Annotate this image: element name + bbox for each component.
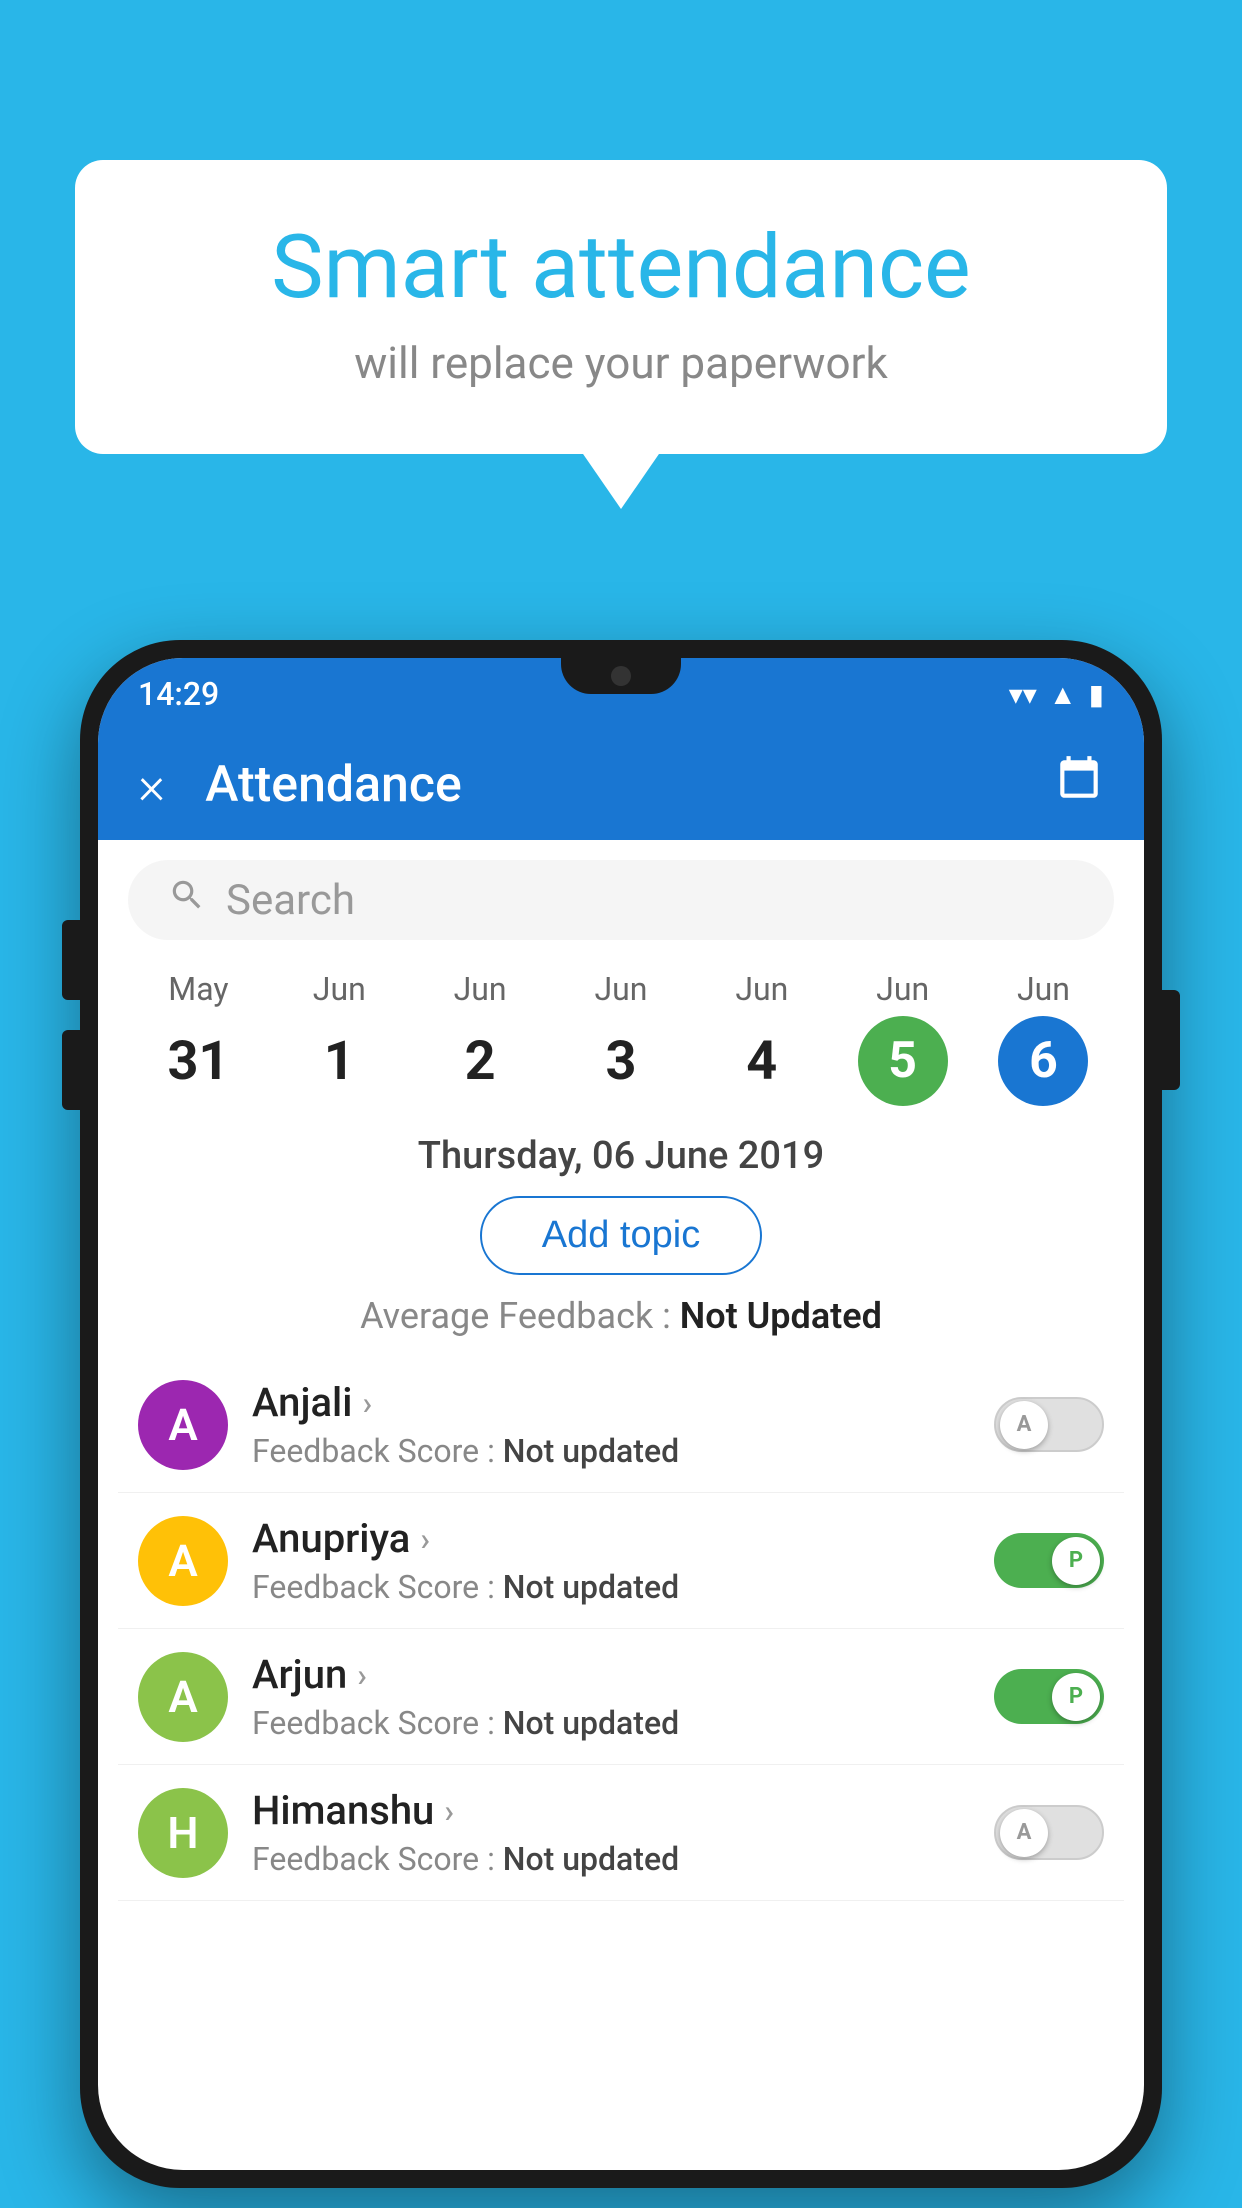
add-topic-button[interactable]: Add topic xyxy=(480,1196,762,1275)
calendar-day[interactable]: Jun 4 xyxy=(717,970,807,1106)
attendance-toggle[interactable]: P xyxy=(994,1669,1104,1724)
close-button[interactable]: × xyxy=(138,755,165,816)
calendar-month: Jun xyxy=(594,970,647,1008)
calendar-day[interactable]: Jun 6 xyxy=(998,970,1088,1106)
feedback-score: Feedback Score : Not updated xyxy=(252,1432,970,1470)
search-input[interactable]: Search xyxy=(226,876,355,925)
search-icon xyxy=(168,876,206,924)
calendar-date[interactable]: 5 xyxy=(858,1016,948,1106)
status-icons: ▾▾ ▲ ▮ xyxy=(1009,678,1104,711)
student-name: Anupriya › xyxy=(252,1515,970,1562)
calendar-date[interactable]: 1 xyxy=(294,1016,384,1106)
calendar-date[interactable]: 31 xyxy=(153,1016,243,1106)
toggle-switch[interactable]: A xyxy=(994,1805,1104,1860)
signal-icon: ▲ xyxy=(1049,678,1077,711)
selected-date: Thursday, 06 June 2019 xyxy=(98,1134,1144,1178)
calendar-date[interactable]: 6 xyxy=(998,1016,1088,1106)
attendance-toggle[interactable]: A xyxy=(994,1805,1104,1860)
feedback-score: Feedback Score : Not updated xyxy=(252,1568,970,1606)
chevron-icon: › xyxy=(444,1792,454,1830)
calendar-day[interactable]: Jun 2 xyxy=(435,970,525,1106)
calendar-month: Jun xyxy=(313,970,366,1008)
calendar-day[interactable]: Jun 1 xyxy=(294,970,384,1106)
volume-up-button xyxy=(62,920,80,1000)
feedback-score: Feedback Score : Not updated xyxy=(252,1704,970,1742)
bubble-title: Smart attendance xyxy=(155,220,1087,317)
status-bar: 14:29 ▾▾ ▲ ▮ xyxy=(98,658,1144,730)
toggle-knob: A xyxy=(1000,1401,1048,1449)
avg-feedback-label: Average Feedback : xyxy=(360,1295,671,1337)
student-list: AAnjali ›Feedback Score : Not updatedAAA… xyxy=(98,1357,1144,1901)
chevron-icon: › xyxy=(420,1520,430,1558)
student-info: Anupriya › Feedback Score : Not updated xyxy=(252,1515,970,1606)
student-info: Himanshu › Feedback Score : Not updated xyxy=(252,1787,970,1878)
calendar-month: Jun xyxy=(1017,970,1070,1008)
avg-feedback: Average Feedback : Not Updated xyxy=(98,1295,1144,1337)
toggle-switch[interactable]: P xyxy=(994,1669,1104,1724)
attendance-toggle[interactable]: A xyxy=(994,1397,1104,1452)
phone-screen: 14:29 ▾▾ ▲ ▮ × Attendance Search May31Ju… xyxy=(98,658,1144,2170)
speech-bubble: Smart attendance will replace your paper… xyxy=(75,160,1167,454)
avatar: A xyxy=(138,1516,228,1606)
wifi-icon: ▾▾ xyxy=(1009,678,1037,711)
student-item[interactable]: A Anupriya › Feedback Score : Not updated P xyxy=(118,1493,1124,1629)
feedback-value: Not updated xyxy=(503,1568,679,1606)
calendar-month: May xyxy=(168,970,228,1008)
calendar-month: Jun xyxy=(876,970,929,1008)
student-item[interactable]: A Anjali › Feedback Score : Not updated A xyxy=(118,1357,1124,1493)
app-bar-title: Attendance xyxy=(205,756,1054,814)
power-button xyxy=(1162,990,1180,1090)
calendar-month: Jun xyxy=(735,970,788,1008)
attendance-toggle[interactable]: P xyxy=(994,1533,1104,1588)
student-name: Arjun › xyxy=(252,1651,970,1698)
calendar-day[interactable]: Jun 5 xyxy=(858,970,948,1106)
calendar-month: Jun xyxy=(454,970,507,1008)
feedback-value: Not updated xyxy=(503,1840,679,1878)
student-info: Anjali › Feedback Score : Not updated xyxy=(252,1379,970,1470)
avg-feedback-value: Not Updated xyxy=(680,1295,882,1337)
bubble-subtitle: will replace your paperwork xyxy=(155,337,1087,389)
toggle-switch[interactable]: P xyxy=(994,1533,1104,1588)
feedback-value: Not updated xyxy=(503,1704,679,1742)
calendar-icon[interactable] xyxy=(1054,754,1104,816)
chevron-icon: › xyxy=(357,1656,367,1694)
feedback-score: Feedback Score : Not updated xyxy=(252,1840,970,1878)
avatar: H xyxy=(138,1788,228,1878)
toggle-knob: A xyxy=(1000,1809,1048,1857)
search-bar[interactable]: Search xyxy=(128,860,1114,940)
battery-icon: ▮ xyxy=(1089,678,1104,711)
calendar-date[interactable]: 2 xyxy=(435,1016,525,1106)
avatar: A xyxy=(138,1652,228,1742)
student-item[interactable]: A Arjun › Feedback Score : Not updated P xyxy=(118,1629,1124,1765)
student-name: Anjali › xyxy=(252,1379,970,1426)
chevron-icon: › xyxy=(362,1384,372,1422)
student-item[interactable]: H Himanshu › Feedback Score : Not updated A xyxy=(118,1765,1124,1901)
student-name: Himanshu › xyxy=(252,1787,970,1834)
calendar-date[interactable]: 3 xyxy=(576,1016,666,1106)
toggle-switch[interactable]: A xyxy=(994,1397,1104,1452)
feedback-value: Not updated xyxy=(503,1432,679,1470)
volume-down-button xyxy=(62,1030,80,1110)
status-time: 14:29 xyxy=(138,675,219,713)
toggle-knob: P xyxy=(1052,1673,1100,1721)
student-info: Arjun › Feedback Score : Not updated xyxy=(252,1651,970,1742)
calendar-day[interactable]: Jun 3 xyxy=(576,970,666,1106)
app-bar: × Attendance xyxy=(98,730,1144,840)
notch xyxy=(561,658,681,694)
toggle-knob: P xyxy=(1052,1537,1100,1585)
avatar: A xyxy=(138,1380,228,1470)
calendar-strip: May 31 Jun 1 Jun 2 Jun 3 Jun 4 Jun 5 Jun 6 xyxy=(98,950,1144,1106)
calendar-date[interactable]: 4 xyxy=(717,1016,807,1106)
phone-frame: 14:29 ▾▾ ▲ ▮ × Attendance Search May31Ju… xyxy=(80,640,1162,2188)
camera xyxy=(611,666,631,686)
calendar-day[interactable]: May 31 xyxy=(153,970,243,1106)
